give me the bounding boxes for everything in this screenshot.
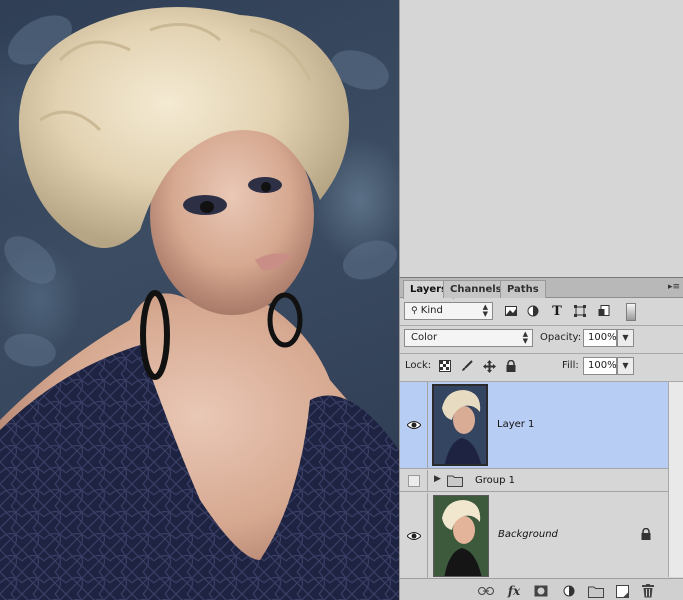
- lock-transparent-icon[interactable]: [437, 358, 453, 374]
- blend-row: Color ▲ ▼ Opacity: 100% ▼: [400, 329, 683, 351]
- blend-mode-label: Color: [411, 332, 438, 343]
- layer-name[interactable]: Layer 1: [497, 419, 534, 430]
- lock-image-icon[interactable]: [459, 358, 475, 374]
- document-canvas-photo[interactable]: [0, 0, 399, 600]
- search-icon: ⚲: [411, 306, 418, 316]
- opacity-label: Opacity:: [540, 332, 582, 343]
- divider: [400, 353, 683, 354]
- tab-paths[interactable]: Paths: [500, 280, 546, 298]
- fill-dropdown[interactable]: ▼: [617, 357, 634, 375]
- layers-scrollbar[interactable]: [668, 382, 683, 577]
- opacity-dropdown[interactable]: ▼: [617, 329, 634, 347]
- adjustment-layer-icon[interactable]: [561, 583, 577, 599]
- trash-icon[interactable]: [640, 583, 656, 599]
- layer-name[interactable]: Background: [498, 529, 558, 540]
- select-arrows-icon: ▲ ▼: [522, 330, 528, 345]
- panel-dock-empty: [399, 0, 683, 277]
- filter-toggle[interactable]: [626, 303, 636, 321]
- visibility-cell[interactable]: [400, 470, 428, 491]
- image-icon[interactable]: [503, 303, 519, 319]
- lock-all-icon[interactable]: [503, 358, 519, 374]
- disclosure-triangle-icon[interactable]: ▶: [434, 474, 441, 484]
- fill-label: Fill:: [562, 360, 579, 371]
- photoshop-workspace: Layers Channels Paths ▸≡ ⚲ Kind ▲ ▼ T Co…: [0, 0, 683, 600]
- visibility-off-box[interactable]: [408, 475, 420, 487]
- filter-kind-label: Kind: [420, 305, 443, 316]
- adjustment-icon[interactable]: [525, 303, 541, 319]
- panel-tab-bar: Layers Channels Paths ▸≡: [400, 278, 683, 299]
- opacity-field[interactable]: 100%: [583, 329, 617, 347]
- visibility-cell[interactable]: [400, 493, 428, 578]
- eye-icon[interactable]: [407, 531, 421, 541]
- select-arrows-icon: ▲ ▼: [482, 303, 488, 318]
- type-icon[interactable]: T: [549, 303, 565, 319]
- lock-label: Lock:: [405, 360, 432, 371]
- smart-object-icon[interactable]: [596, 303, 612, 319]
- layer-row-group-1[interactable]: ▶ Group 1: [400, 470, 668, 492]
- lock-icon: [641, 528, 651, 540]
- blend-mode-select[interactable]: Color ▲ ▼: [404, 329, 533, 347]
- layer-row-layer-1[interactable]: Layer 1: [400, 382, 668, 469]
- fx-icon[interactable]: fx: [506, 583, 522, 599]
- filter-row: ⚲ Kind ▲ ▼ T: [400, 302, 683, 324]
- link-icon[interactable]: [478, 583, 494, 599]
- layers-panel: Layers Channels Paths ▸≡ ⚲ Kind ▲ ▼ T Co…: [399, 277, 683, 600]
- layer-thumbnail: [432, 384, 488, 466]
- portrait-image: [0, 7, 399, 600]
- eye-icon[interactable]: [407, 420, 421, 430]
- folder-icon: [447, 475, 463, 487]
- layer-thumbnail: [433, 495, 489, 577]
- tab-channels[interactable]: Channels: [443, 280, 509, 298]
- mask-icon[interactable]: [533, 583, 549, 599]
- lock-position-icon[interactable]: [481, 358, 497, 374]
- new-group-icon[interactable]: [588, 583, 604, 599]
- layer-name[interactable]: Group 1: [475, 475, 515, 486]
- new-layer-icon[interactable]: [614, 583, 630, 599]
- fill-field[interactable]: 100%: [583, 357, 617, 375]
- divider: [400, 325, 683, 326]
- shape-icon[interactable]: [572, 303, 588, 319]
- lock-row: Lock: Fill: 100% ▼: [400, 357, 683, 379]
- layer-row-background[interactable]: Background: [400, 493, 668, 578]
- filter-kind-select[interactable]: ⚲ Kind ▲ ▼: [404, 302, 493, 320]
- visibility-cell[interactable]: [400, 382, 428, 468]
- layers-bottom-toolbar: fx: [400, 578, 683, 600]
- panel-menu-icon[interactable]: ▸≡: [668, 282, 680, 292]
